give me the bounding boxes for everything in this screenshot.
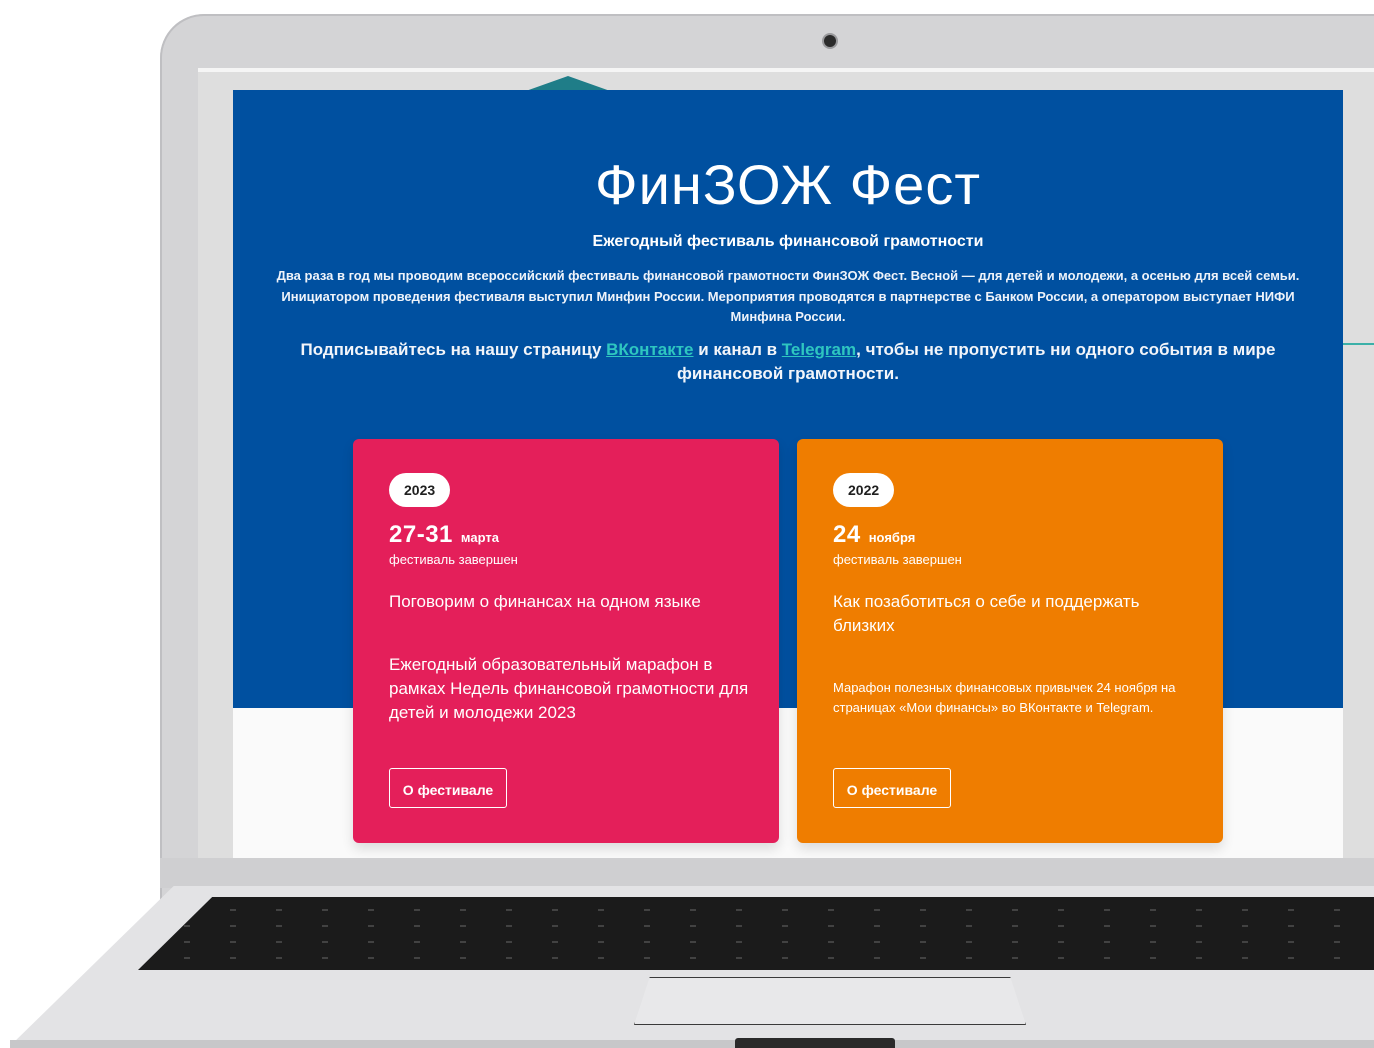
laptop-trackpad xyxy=(634,977,1026,1025)
festival-month: марта xyxy=(460,530,499,545)
festival-date: 27-31 марта xyxy=(389,521,499,549)
key-row xyxy=(138,941,1374,943)
festival-days: 27-31 xyxy=(389,521,453,548)
telegram-link[interactable]: Telegram xyxy=(782,340,856,359)
laptop-notch xyxy=(735,1038,895,1048)
year-badge: 2023 xyxy=(389,473,451,507)
key-row xyxy=(138,909,1374,911)
festival-days: 24 xyxy=(833,521,861,548)
page-subtitle: Ежегодный фестиваль финансовой грамотнос… xyxy=(592,233,984,250)
laptop-hinge xyxy=(160,858,1374,888)
festival-month: ноября xyxy=(868,530,916,545)
year-badge: 2022 xyxy=(833,473,895,507)
festival-status: фестиваль завершен xyxy=(389,552,518,567)
festival-description: Марафон полезных финансовых привычек 24 … xyxy=(833,680,1176,715)
page-title: ФинЗОЖ Фест xyxy=(595,153,981,216)
laptop-base-edge xyxy=(10,1040,1374,1048)
about-festival-button[interactable]: О фестивале xyxy=(389,768,507,808)
about-festival-button[interactable]: О фестивале xyxy=(833,768,951,808)
key-row xyxy=(138,957,1374,959)
screen-top-edge xyxy=(198,68,1374,72)
festival-card-2022: 2022 24 ноября фестиваль завершен Как поз… xyxy=(797,439,1223,843)
subscribe-text-middle: и канал в xyxy=(693,340,782,359)
subscribe-text-start: Подписывайтесь на нашу страницу xyxy=(300,340,607,359)
laptop-keyboard xyxy=(138,897,1374,970)
decorative-line xyxy=(1340,343,1374,345)
vk-link[interactable]: ВКонтакте xyxy=(606,340,693,359)
hero-description: Два раза в год мы проводим всероссийский… xyxy=(276,268,1300,324)
festival-status: фестиваль завершен xyxy=(833,552,962,567)
festival-description: Ежегодный образовательный марафон в рамк… xyxy=(389,655,749,722)
camera-icon xyxy=(824,35,836,47)
festival-card-2023: 2023 27-31 марта фестиваль завершен Погов… xyxy=(353,439,779,843)
festival-date: 24 ноября xyxy=(833,521,915,549)
festival-title: Поговорим о финансах на одном языке xyxy=(389,592,701,611)
festival-title: Как позаботиться о себе и поддержать бли… xyxy=(833,592,1140,635)
subscribe-text: Подписывайтесь на нашу страницу ВКонтакт… xyxy=(273,338,1303,386)
key-row xyxy=(138,925,1374,927)
